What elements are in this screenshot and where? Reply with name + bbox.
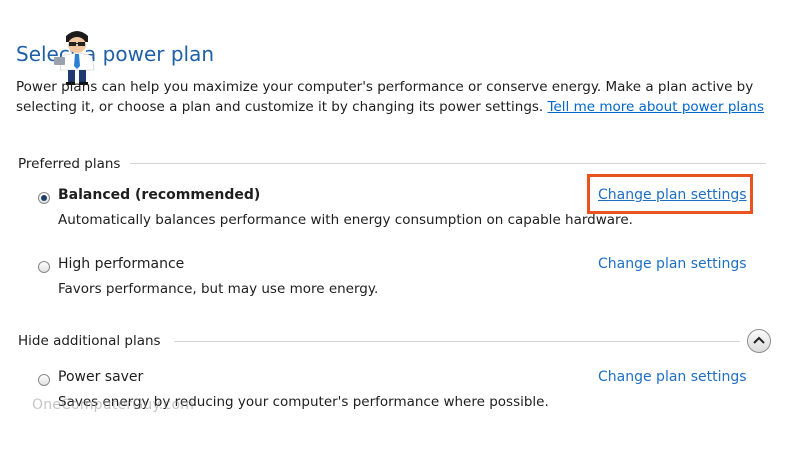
power-options-window: Select a power plan Power plans can help… xyxy=(0,0,800,450)
plan-name-power-saver[interactable]: Power saver xyxy=(58,369,143,385)
chevron-up-icon xyxy=(753,336,765,344)
preferred-plans-label: Preferred plans xyxy=(18,156,121,172)
page-title: Select a power plan xyxy=(16,42,215,66)
hide-additional-plans-label[interactable]: Hide additional plans xyxy=(18,333,161,349)
high-performance-radio[interactable] xyxy=(38,261,50,273)
power-saver-radio[interactable] xyxy=(38,374,50,386)
plan-name-balanced[interactable]: Balanced (recommended) xyxy=(58,187,260,203)
page-description: Power plans can help you maximize your c… xyxy=(16,77,768,117)
balanced-radio[interactable] xyxy=(38,192,50,204)
collapse-button[interactable] xyxy=(747,329,771,353)
plan-description-high-performance: Favors performance, but may use more ene… xyxy=(58,281,379,297)
change-plan-settings-link-power-saver[interactable]: Change plan settings xyxy=(598,369,747,385)
watermark-text: OneComputerGuy.com xyxy=(32,397,195,413)
change-plan-settings-link-high-performance[interactable]: Change plan settings xyxy=(598,256,747,272)
help-link[interactable]: Tell me more about power plans xyxy=(548,99,765,115)
additional-plans-divider xyxy=(174,341,740,342)
preferred-plans-divider xyxy=(130,163,766,164)
highlight-box xyxy=(587,174,753,214)
plan-name-high-performance[interactable]: High performance xyxy=(58,256,184,272)
plan-description-balanced: Automatically balances performance with … xyxy=(58,212,633,228)
